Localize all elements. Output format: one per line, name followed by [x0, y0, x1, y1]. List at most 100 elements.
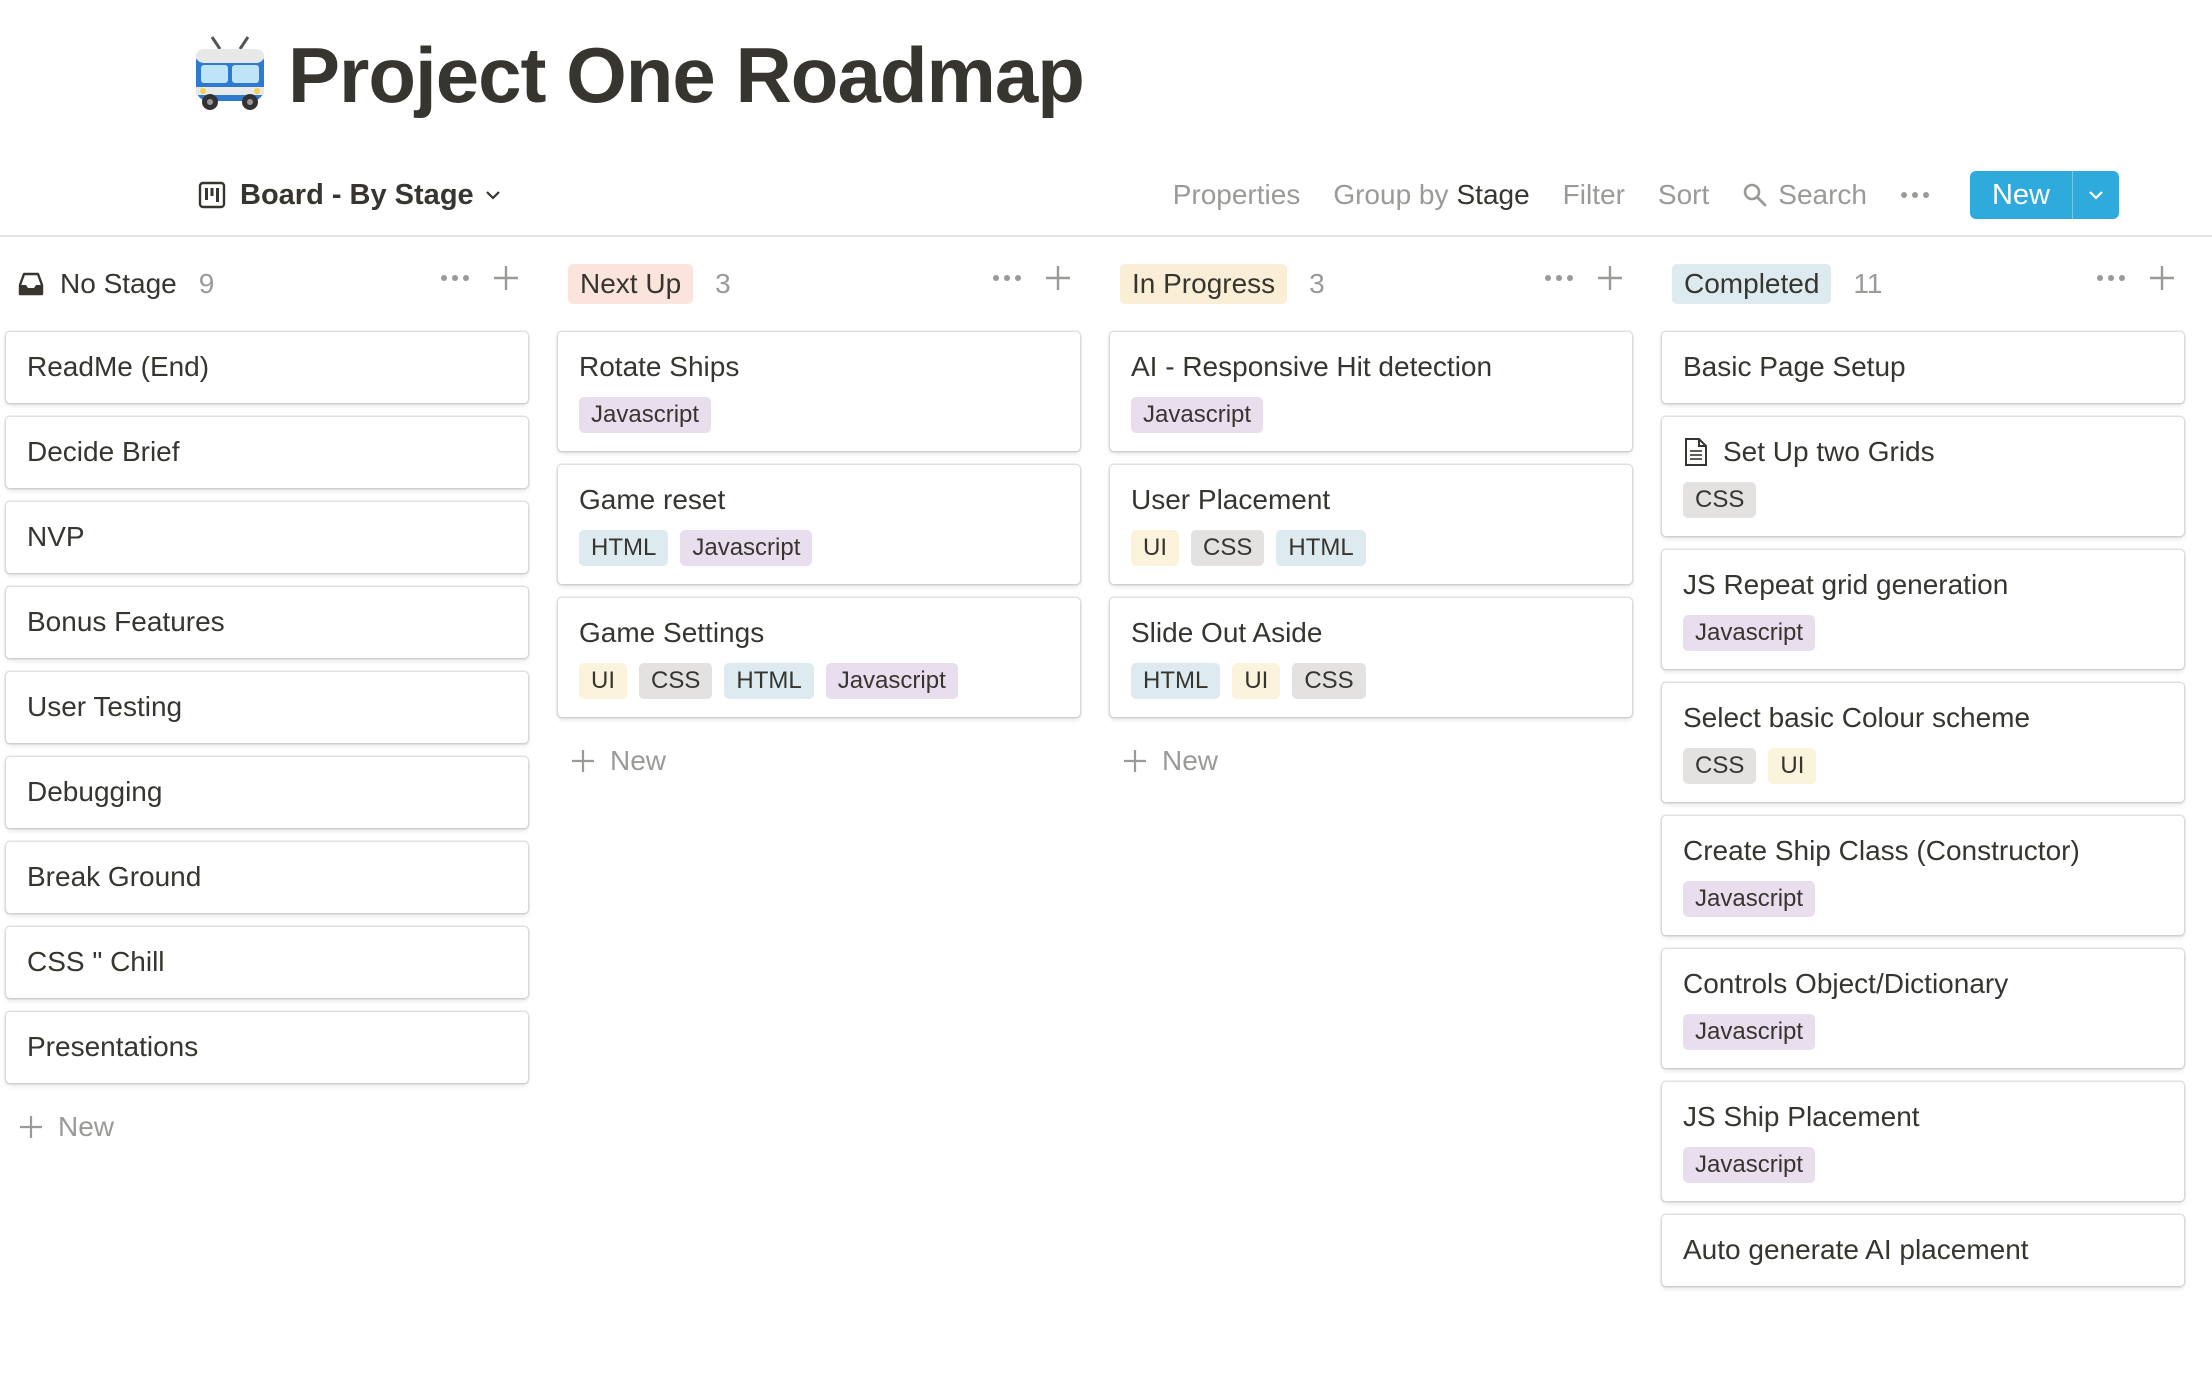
card-tags: Javascript	[1131, 397, 1611, 433]
trolleybus-icon	[196, 36, 264, 110]
board-card[interactable]: Rotate Ships Javascript	[558, 332, 1080, 451]
tag-badge: UI	[1232, 663, 1281, 699]
board-card[interactable]: CSS " Chill	[6, 927, 528, 998]
page-header: Project One Roadmap	[190, 20, 1085, 130]
more-options-button[interactable]	[1900, 191, 1930, 199]
card-title: Decide Brief	[27, 436, 180, 467]
add-card-button[interactable]: New	[6, 1097, 528, 1157]
column-header: Completed 11	[1662, 236, 2184, 332]
tag-badge: Javascript	[1683, 1147, 1816, 1183]
card-title: Debugging	[27, 776, 163, 807]
add-card-button[interactable]: New	[558, 731, 1080, 791]
filter-button[interactable]: Filter	[1563, 179, 1625, 211]
plus-icon[interactable]	[2148, 264, 2176, 292]
properties-button[interactable]: Properties	[1173, 179, 1301, 211]
more-horizontal-icon[interactable]	[1544, 274, 1574, 282]
more-horizontal-icon[interactable]	[2096, 274, 2126, 282]
board-card[interactable]: Controls Object/Dictionary Javascript	[1662, 949, 2184, 1068]
board-card[interactable]: JS Repeat grid generation Javascript	[1662, 550, 2184, 669]
card-tags: Javascript	[1683, 615, 2163, 651]
card-title-row: AI - Responsive Hit detection	[1131, 349, 1611, 385]
board-card[interactable]: Slide Out Aside HTML UI CSS	[1110, 598, 1632, 717]
tag-badge: CSS	[1683, 482, 1757, 518]
card-title-row: NVP	[27, 519, 507, 555]
board-card[interactable]: Game reset HTML Javascript	[558, 465, 1080, 584]
chevron-down-icon	[485, 191, 500, 200]
card-title-row: Slide Out Aside	[1131, 615, 1611, 651]
tag-badge: Javascript	[1683, 615, 1816, 651]
plus-icon[interactable]	[1596, 264, 1624, 292]
plus-icon[interactable]	[492, 264, 520, 292]
card-title-row: Select basic Colour scheme	[1683, 700, 2163, 736]
card-title: JS Repeat grid generation	[1683, 569, 2009, 600]
document-icon	[1685, 438, 1707, 466]
search-button[interactable]: Search	[1742, 179, 1867, 211]
card-title-row: Bonus Features	[27, 604, 507, 640]
board-card[interactable]: Game Settings UI CSS HTML Javascript	[558, 598, 1080, 717]
board-card[interactable]: Debugging	[6, 757, 528, 828]
column-count: 11	[1853, 268, 1883, 299]
card-title: User Testing	[27, 691, 183, 722]
toolbar-actions: Properties Group by Stage Filter Sort Se…	[1140, 170, 2119, 220]
card-title-row: Rotate Ships	[579, 349, 1059, 385]
card-title: Game Settings	[579, 617, 765, 648]
card-title: Basic Page Setup	[1683, 351, 1906, 382]
board-card[interactable]: Select basic Colour scheme CSS UI	[1662, 683, 2184, 802]
board-card[interactable]: Break Ground	[6, 842, 528, 913]
group-by-button[interactable]: Group by Stage	[1333, 179, 1529, 211]
column-actions	[1544, 264, 1624, 292]
search-label: Search	[1778, 179, 1867, 210]
tag-badge: HTML	[724, 663, 814, 699]
more-horizontal-icon[interactable]	[440, 274, 470, 282]
tag-badge: UI	[1768, 748, 1817, 784]
new-button[interactable]: New	[1970, 171, 2072, 219]
board-card[interactable]: NVP	[6, 502, 528, 573]
board-card[interactable]: Create Ship Class (Constructor) Javascrip…	[1662, 816, 2184, 935]
tag-badge: CSS	[1683, 748, 1757, 784]
view-switcher[interactable]: Board - By Stage	[198, 170, 502, 220]
card-title-row: Game Settings	[579, 615, 1059, 651]
board-card[interactable]: Presentations	[6, 1012, 528, 1083]
card-title-row: Debugging	[27, 774, 507, 810]
column-actions	[992, 264, 1072, 292]
board-card[interactable]: Auto generate AI placement	[1662, 1215, 2184, 1286]
board-column-no-stage: No Stage 9 ReadMe (End) Decide Brief NVP Bo…	[6, 236, 528, 1157]
board-card[interactable]: Basic Page Setup	[1662, 332, 2184, 403]
board-column-completed: Completed 11 Basic Page Setup Set Up two …	[1662, 236, 2184, 1300]
board-card[interactable]: Decide Brief	[6, 417, 528, 488]
card-title: Slide Out Aside	[1131, 617, 1323, 648]
plus-icon[interactable]	[1044, 264, 1072, 292]
card-title-row: JS Repeat grid generation	[1683, 567, 2163, 603]
card-title-row: Decide Brief	[27, 434, 507, 470]
board-card[interactable]: JS Ship Placement Javascript	[1662, 1082, 2184, 1201]
tag-badge: Javascript	[825, 663, 958, 699]
board-card[interactable]: User Testing	[6, 672, 528, 743]
card-title: AI - Responsive Hit detection	[1131, 351, 1493, 382]
more-horizontal-icon[interactable]	[992, 274, 1022, 282]
filter-label: Filter	[1562, 179, 1625, 210]
new-dropdown-button[interactable]	[2072, 171, 2119, 219]
group-by-value: Stage	[1456, 179, 1530, 210]
card-title-row: JS Ship Placement	[1683, 1099, 2163, 1135]
card-list: AI - Responsive Hit detection Javascript U…	[1110, 332, 1632, 717]
database-toolbar: Board - By Stage Properties Group by Sta…	[0, 160, 2212, 237]
board-card[interactable]: User Placement UI CSS HTML	[1110, 465, 1632, 584]
card-tags: Javascript	[1683, 1014, 2163, 1050]
column-actions	[440, 264, 520, 292]
add-card-button[interactable]: New	[1110, 731, 1632, 791]
card-title: Break Ground	[27, 861, 202, 892]
card-tags: UI CSS HTML	[1131, 530, 1611, 566]
sort-button[interactable]: Sort	[1658, 179, 1709, 211]
board-card[interactable]: Bonus Features	[6, 587, 528, 658]
board-card[interactable]: Set Up two Grids CSS	[1662, 417, 2184, 536]
board-card[interactable]: AI - Responsive Hit detection Javascript	[1110, 332, 1632, 451]
column-title: Completed	[1672, 264, 1832, 304]
card-list: Rotate Ships Javascript Game reset HTML Java…	[558, 332, 1080, 717]
tag-badge: HTML	[1276, 530, 1366, 566]
board-card[interactable]: ReadMe (End)	[6, 332, 528, 403]
column-count: 3	[715, 268, 731, 299]
plus-icon	[572, 750, 594, 772]
card-tags: Javascript	[1683, 881, 2163, 917]
add-card-label: New	[610, 745, 667, 776]
card-title: User Placement	[1131, 484, 1331, 515]
